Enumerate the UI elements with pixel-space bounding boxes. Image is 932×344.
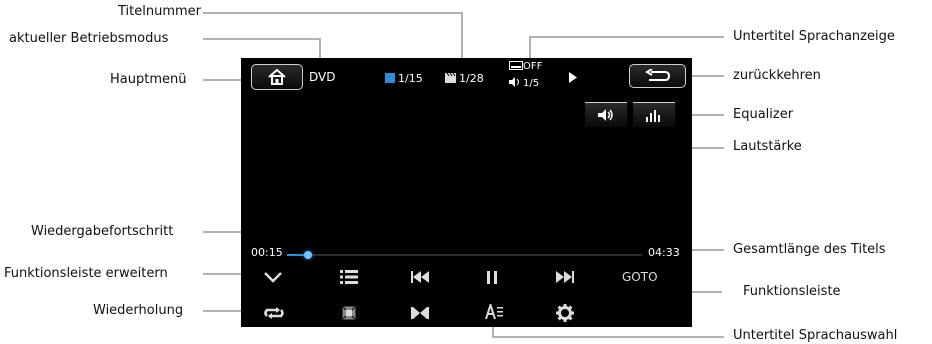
- equalizer-button[interactable]: [633, 102, 675, 127]
- callout-expand-function-bar: Funktionsleiste erweitern: [4, 266, 168, 281]
- repeat-icon[interactable]: [263, 306, 285, 320]
- zoom-frame-icon[interactable]: [342, 306, 356, 320]
- title-icon: [385, 73, 395, 83]
- callout-total-length: Gesamtlänge des Titels: [733, 242, 886, 257]
- skip-previous-icon[interactable]: [411, 271, 429, 283]
- subtitle-select-icon[interactable]: [485, 304, 503, 320]
- play-state-icon: [569, 72, 577, 83]
- back-button[interactable]: [629, 64, 686, 88]
- clapperboard-icon: [445, 72, 456, 83]
- chapter-counter-value: 1/28: [459, 72, 484, 85]
- callout-main-menu: Hauptmenü: [110, 72, 187, 87]
- mode-label: DVD: [309, 70, 336, 84]
- list-icon[interactable]: [340, 269, 358, 285]
- volume-button[interactable]: [585, 102, 627, 127]
- callout-volume: Lautstärke: [733, 139, 802, 154]
- gear-icon[interactable]: [556, 304, 574, 322]
- callout-current-mode: aktueller Betriebsmodus: [9, 31, 169, 46]
- split-icon[interactable]: [411, 307, 429, 319]
- subtitle-icon: [509, 61, 523, 70]
- callout-function-bar: Funktionsleiste: [743, 284, 841, 299]
- callout-subtitle-display: Untertitel Sprachanzeige: [733, 29, 895, 44]
- audio-speaker-icon: [509, 77, 519, 87]
- equalizer-icon: [646, 110, 660, 122]
- chapter-counter: 1/28: [445, 72, 484, 85]
- home-icon: [268, 68, 286, 85]
- goto-button[interactable]: GOTO: [622, 270, 658, 284]
- skip-next-icon[interactable]: [556, 271, 574, 283]
- speaker-icon: [598, 109, 613, 121]
- callout-playback-progress: Wiedergabefortschritt: [31, 224, 174, 239]
- callout-title-number: Titelnummer: [118, 4, 202, 19]
- progress-knob[interactable]: [304, 251, 312, 259]
- chevron-down-icon[interactable]: [263, 270, 283, 284]
- home-button[interactable]: [251, 64, 303, 90]
- callout-repeat: Wiederholung: [93, 303, 184, 318]
- subtitle-indicator: OFF: [509, 61, 542, 72]
- player-screen: DVD 1/15 1/28 OFF 1/5 00:15 04:33 GOTO: [241, 58, 692, 327]
- audio-track: 1/5: [523, 78, 540, 89]
- callout-equalizer: Equalizer: [733, 107, 794, 122]
- elapsed-time: 00:15: [251, 246, 283, 259]
- progress-track[interactable]: [287, 251, 642, 259]
- title-counter-value: 1/15: [398, 72, 423, 85]
- subtitle-state: OFF: [523, 61, 543, 72]
- total-time: 04:33: [648, 246, 680, 259]
- callout-go-back: zurückkehren: [733, 68, 821, 83]
- pause-icon[interactable]: [486, 271, 498, 284]
- audio-indicator: 1/5: [509, 77, 539, 89]
- title-counter: 1/15: [385, 72, 423, 85]
- back-arrow-icon: [644, 69, 670, 81]
